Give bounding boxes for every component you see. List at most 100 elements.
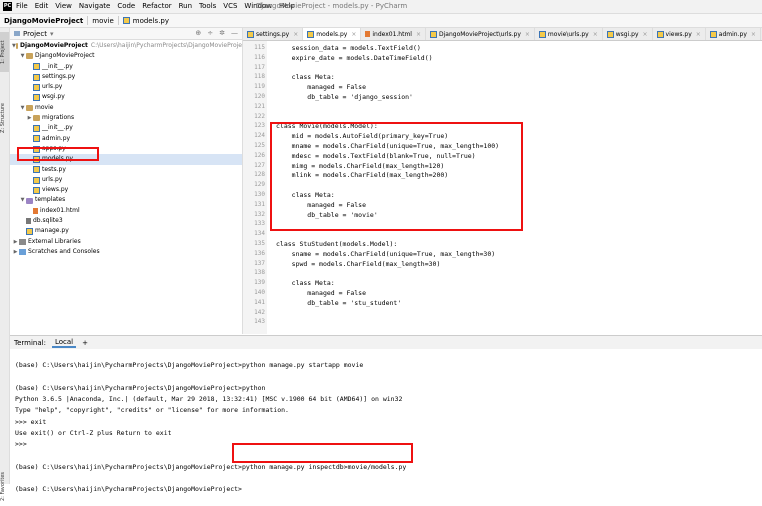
tree-item-file[interactable]: index01.html (10, 206, 242, 216)
menu-navigate[interactable]: Navigate (79, 2, 110, 10)
code-line: db_table = 'django_session' (276, 93, 413, 101)
tab-views[interactable]: views.py × (653, 28, 706, 40)
chevron-right-icon[interactable]: ▶ (26, 113, 33, 123)
tree-item-file[interactable]: admin.py (10, 134, 242, 144)
terminal-line: >>> (15, 440, 27, 449)
line-number: 127 (254, 161, 265, 169)
tree-item-path: C:\Users\haijin\PycharmProjects\DjangoMo… (90, 42, 242, 49)
menu-file[interactable]: File (16, 2, 28, 10)
tree-item-file[interactable]: __init__.py (10, 123, 242, 133)
menu-run[interactable]: Run (179, 2, 192, 10)
close-icon[interactable]: × (293, 31, 298, 38)
close-icon[interactable]: × (351, 31, 356, 38)
tree-item-file[interactable]: urls.py (10, 175, 242, 185)
tab-label: admin.py (718, 30, 747, 38)
tree-item-package[interactable]: ▼ DjangoMovieProject (10, 51, 242, 61)
tree-item-file[interactable]: manage.py (10, 226, 242, 236)
tab-label: movie\urls.py (547, 30, 589, 38)
chevron-down-icon[interactable]: ▼ (19, 51, 26, 61)
tab-wsgi[interactable]: wsgi.py × (603, 28, 653, 40)
breadcrumb-file-label: models.py (132, 16, 170, 25)
menu-refactor[interactable]: Refactor (142, 2, 171, 10)
folder-icon (26, 104, 33, 111)
collapse-icon[interactable]: ÷ (207, 29, 213, 37)
close-icon[interactable]: × (525, 31, 530, 38)
tree-item-file[interactable]: tests.py (10, 165, 242, 175)
tab-label: index01.html (372, 30, 412, 38)
tree-item-folder[interactable]: ▶ migrations (10, 113, 242, 123)
tree-item-label: templates (35, 196, 66, 204)
tab-label: views.py (665, 30, 692, 38)
line-number: 117 (254, 63, 265, 71)
folder-icon (33, 115, 40, 122)
terminal-tab-local[interactable]: Local (51, 338, 77, 348)
close-icon[interactable]: × (416, 31, 421, 38)
tree-item-file[interactable]: settings.py (10, 72, 242, 82)
menu-vcs[interactable]: VCS (223, 2, 237, 10)
tree-item-folder[interactable]: ▼ templates (10, 195, 242, 205)
close-icon[interactable]: × (751, 31, 756, 38)
tool-tab-structure[interactable]: Z: Structure (0, 100, 9, 136)
tab-index01[interactable]: index01.html × (361, 28, 426, 40)
code-editor[interactable]: 115 116 117 118 119 120 121 122 123 124 125 126 127 1… (243, 41, 762, 334)
left-tool-strip: 1: Project Z: Structure 2: Favorites (0, 28, 10, 501)
line-number: 119 (254, 83, 265, 91)
tree-item-file[interactable]: __init__.py (10, 62, 242, 72)
chevron-down-icon[interactable]: ▾ (50, 30, 54, 38)
menu-view[interactable]: View (55, 2, 72, 10)
tree-item-file[interactable]: urls.py (10, 82, 242, 92)
chevron-down-icon[interactable]: ▼ (19, 195, 26, 205)
tree-item-app[interactable]: ▼ movie (10, 103, 242, 113)
tree-item-label: tests.py (42, 165, 66, 173)
python-file-icon (33, 135, 40, 143)
tree-item-file[interactable]: views.py (10, 185, 242, 195)
terminal-title: Terminal: (14, 338, 46, 347)
hide-icon[interactable]: — (231, 29, 238, 37)
close-icon[interactable]: × (643, 31, 648, 38)
tab-models[interactable]: models.py × (303, 28, 362, 40)
tab-admin[interactable]: admin.py × (706, 28, 761, 40)
line-number: 135 (254, 240, 265, 247)
chevron-right-icon[interactable]: ▶ (12, 247, 19, 257)
close-icon[interactable]: × (593, 31, 598, 38)
tree-item-external-libraries[interactable]: ▶ External Libraries (10, 237, 242, 247)
gear-icon[interactable]: ✲ (219, 29, 225, 37)
python-file-icon (33, 73, 40, 81)
tree-item-label: views.py (42, 186, 69, 194)
chevron-right-icon[interactable]: ▶ (12, 237, 19, 247)
tab-settings[interactable]: settings.py × (243, 28, 304, 40)
tool-tab-project[interactable]: 1: Project (0, 32, 9, 72)
tab-movie-urls[interactable]: movie\urls.py × (535, 28, 603, 40)
add-terminal-button[interactable]: + (82, 339, 88, 347)
locate-icon[interactable]: ⊕ (195, 29, 201, 37)
tree-item-file[interactable]: db.sqlite3 (10, 216, 242, 226)
tree-item-label: urls.py (42, 175, 63, 183)
tree-item-file[interactable]: wsgi.py (10, 92, 242, 102)
breadcrumb-project[interactable]: DjangoMovieProject (0, 17, 87, 25)
code-line: session_data = models.TextField() (276, 44, 421, 52)
tree-item-label: __init__.py (42, 62, 73, 70)
tree-item-label: Scratches and Consoles (28, 247, 100, 255)
menu-code[interactable]: Code (117, 2, 135, 10)
tab-project-urls[interactable]: DjangoMovieProject\urls.py × (426, 28, 535, 40)
breadcrumb-file[interactable]: models.py (119, 17, 173, 25)
line-number: 134 (254, 230, 265, 238)
python-file-icon (33, 125, 40, 133)
menu-tools[interactable]: Tools (199, 2, 216, 10)
breadcrumb-folder[interactable]: movie (88, 17, 118, 25)
line-number: 126 (254, 151, 265, 159)
tree-item-label: DjangoMovieProject (35, 52, 95, 60)
line-number: 128 (254, 171, 265, 179)
terminal-output[interactable]: (base) C:\Users\haijin\PycharmProjects\D… (10, 349, 762, 493)
tree-item-label: admin.py (42, 134, 71, 142)
close-icon[interactable]: × (696, 31, 701, 38)
project-panel-title[interactable]: Project (23, 30, 47, 38)
line-number: 120 (254, 93, 265, 100)
code-line: class StuStudent(models.Model): (276, 240, 398, 248)
tree-item-root[interactable]: ▼ DjangoMovieProject C:\Users\haijin\Pycha… (10, 41, 242, 51)
line-number: 124 (254, 132, 265, 140)
menu-edit[interactable]: Edit (35, 2, 49, 10)
chevron-down-icon[interactable]: ▼ (19, 103, 26, 113)
tree-item-scratches[interactable]: ▶ Scratches and Consoles (10, 247, 242, 257)
tool-tab-favorites[interactable]: 2: Favorites (0, 466, 9, 506)
